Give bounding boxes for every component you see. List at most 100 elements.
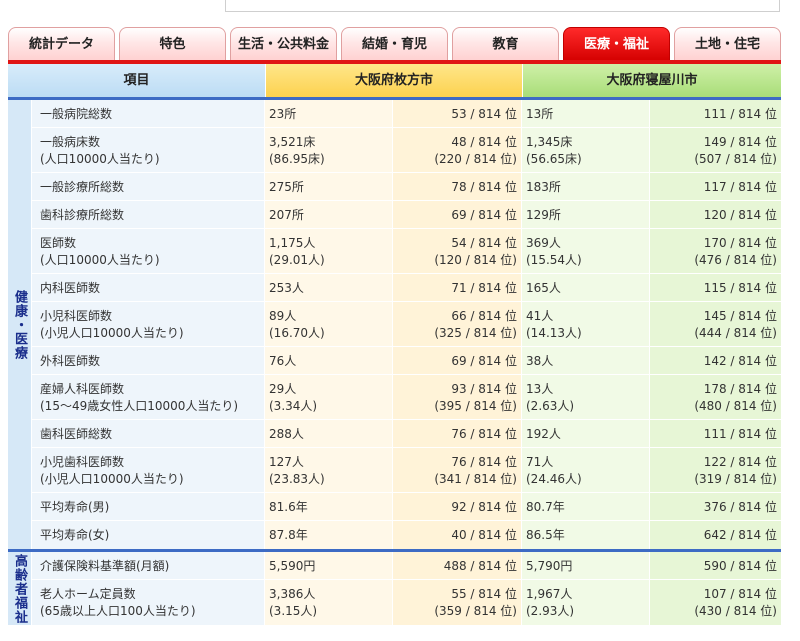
header-city-a: 大阪府枚方市 <box>265 64 522 97</box>
city-b-value: 71人 (24.46人) <box>522 448 650 493</box>
category-tabs: 統計データ 特色 生活・公共料金 結婚・育児 教育 医療・福祉 土地・住宅 <box>8 27 781 61</box>
city-a-value-text: (16.70人) <box>269 325 325 340</box>
header-city-b: 大阪府寝屋川市 <box>522 64 781 97</box>
city-b-value: 369人 (15.54人) <box>522 229 650 274</box>
city-b-rank-text: (480 / 814 位) <box>694 398 777 413</box>
city-b-value-text: 71人 <box>526 454 554 469</box>
city-a-value: 253人 <box>265 274 393 302</box>
tab-6[interactable]: 土地・住宅 <box>674 27 781 61</box>
city-b-rank: 111 / 814 位 <box>650 100 781 128</box>
city-a-rank: 54 / 814 位 (120 / 814 位) <box>393 229 522 274</box>
city-a-rank: 69 / 814 位 <box>393 201 522 229</box>
city-a-rank: 48 / 814 位 (220 / 814 位) <box>393 128 522 173</box>
city-b-rank-text: 117 / 814 位 <box>703 179 777 194</box>
city-a-rank-text: (120 / 814 位) <box>434 252 517 267</box>
table-row: 小児歯科医師数 (小児人口10000人当たり) 127人 (23.83人) 76 / 8… <box>32 448 781 493</box>
city-a-value-text: 87.8年 <box>269 527 308 542</box>
table-row: 平均寿命(女) 87.8年 40 / 814 位 86.5年 642 / 814 位 <box>32 521 781 549</box>
city-b-rank-text: 642 / 814 位 <box>703 527 777 542</box>
city-b-value: 80.7年 <box>522 493 650 521</box>
tab-3[interactable]: 結婚・育児 <box>341 27 448 61</box>
tab-4[interactable]: 教育 <box>452 27 559 61</box>
item-label-text: (小児人口10000人当たり) <box>40 471 184 486</box>
table-row: 老人ホーム定員数 (65歳以上人口100人当たり) 3,386人 (3.15人) 55 … <box>32 580 781 625</box>
city-a-value: 87.8年 <box>265 521 393 549</box>
city-a-value: 1,175人 (29.01人) <box>265 229 393 274</box>
table-row: 歯科診療所総数 207所 69 / 814 位 129所 120 / 814 位 <box>32 201 781 229</box>
table-row: 一般病院総数 23所 53 / 814 位 13所 111 / 814 位 <box>32 100 781 128</box>
city-b-rank-text: 120 / 814 位 <box>703 207 777 222</box>
item-label: 内科医師数 <box>32 274 265 302</box>
city-a-value: 76人 <box>265 347 393 375</box>
city-b-value-text: 165人 <box>526 280 561 295</box>
top-frame <box>225 0 780 12</box>
city-a-value-text: 127人 <box>269 454 304 469</box>
section-label: 高齢者福祉 <box>8 552 32 625</box>
table-row: 介護保険料基準額(月額) 5,590円 488 / 814 位 5,790円 590 /… <box>32 552 781 580</box>
city-a-value-text: 29人 <box>269 381 297 396</box>
city-a-rank-text: 488 / 814 位 <box>443 558 517 573</box>
city-a-value-text: 89人 <box>269 308 297 323</box>
city-a-rank: 53 / 814 位 <box>393 100 522 128</box>
city-a-value: 3,521床 (86.95床) <box>265 128 393 173</box>
city-b-value-text: 13所 <box>526 106 554 121</box>
item-label-text: 老人ホーム定員数 <box>40 586 136 601</box>
city-b-value: 41人 (14.13人) <box>522 302 650 347</box>
city-a-rank: 93 / 814 位 (395 / 814 位) <box>393 375 522 420</box>
item-label: 歯科診療所総数 <box>32 201 265 229</box>
item-label-text: 介護保険料基準額(月額) <box>40 558 170 573</box>
city-a-rank: 92 / 814 位 <box>393 493 522 521</box>
item-label-text: 平均寿命(男) <box>40 499 110 514</box>
city-b-rank: 149 / 814 位 (507 / 814 位) <box>650 128 781 173</box>
city-a-value: 89人 (16.70人) <box>265 302 393 347</box>
city-b-rank-text: 170 / 814 位 <box>703 235 777 250</box>
city-a-rank-text: (359 / 814 位) <box>434 603 517 618</box>
city-a-value-text: (29.01人) <box>269 252 325 267</box>
city-b-rank: 111 / 814 位 <box>650 420 781 448</box>
tab-0[interactable]: 統計データ <box>8 27 115 61</box>
city-a-rank-text: 92 / 814 位 <box>451 499 517 514</box>
city-a-value-text: 5,590円 <box>269 558 316 573</box>
item-label: 小児科医師数 (小児人口10000人当たり) <box>32 302 265 347</box>
city-a-value: 207所 <box>265 201 393 229</box>
city-a-value-text: (23.83人) <box>269 471 325 486</box>
tab-2[interactable]: 生活・公共料金 <box>230 27 337 61</box>
tab-5[interactable]: 医療・福祉 <box>563 27 670 61</box>
city-a-value: 275所 <box>265 173 393 201</box>
city-b-rank: 178 / 814 位 (480 / 814 位) <box>650 375 781 420</box>
city-a-value-text: 253人 <box>269 280 304 295</box>
city-a-rank-text: 40 / 814 位 <box>451 527 517 542</box>
city-a-value-text: 76人 <box>269 353 297 368</box>
city-b-rank: 145 / 814 位 (444 / 814 位) <box>650 302 781 347</box>
city-b-value: 192人 <box>522 420 650 448</box>
city-b-value-text: 129所 <box>526 207 561 222</box>
item-label-text: 医師数 <box>40 235 77 250</box>
tab-1[interactable]: 特色 <box>119 27 226 61</box>
item-label-text: 小児科医師数 <box>40 308 113 323</box>
city-b-rank-text: 376 / 814 位 <box>703 499 777 514</box>
city-b-value-text: 13人 <box>526 381 554 396</box>
item-label-text: (15〜49歳女性人口10000人当たり) <box>40 398 239 413</box>
city-a-value: 288人 <box>265 420 393 448</box>
city-b-value: 1,967人 (2.93人) <box>522 580 650 625</box>
city-a-rank: 78 / 814 位 <box>393 173 522 201</box>
city-b-value: 1,345床 (56.65床) <box>522 128 650 173</box>
city-b-value-text: 1,345床 <box>526 134 573 149</box>
city-a-rank-text: 93 / 814 位 <box>451 381 517 396</box>
city-a-rank: 488 / 814 位 <box>393 552 522 580</box>
item-label: 平均寿命(女) <box>32 521 265 549</box>
city-b-value: 129所 <box>522 201 650 229</box>
city-b-value: 5,790円 <box>522 552 650 580</box>
city-a-value: 5,590円 <box>265 552 393 580</box>
city-a-value-text: (86.95床) <box>269 151 325 166</box>
city-b-rank-text: 149 / 814 位 <box>703 134 777 149</box>
city-b-rank-text: 115 / 814 位 <box>703 280 777 295</box>
header-item: 項目 <box>8 64 265 97</box>
city-b-value-text: 369人 <box>526 235 561 250</box>
city-b-rank-text: (444 / 814 位) <box>694 325 777 340</box>
city-b-value-text: (2.93人) <box>526 603 575 618</box>
table-row: 外科医師数 76人 69 / 814 位 38人 142 / 814 位 <box>32 347 781 375</box>
city-b-rank: 642 / 814 位 <box>650 521 781 549</box>
city-b-rank: 117 / 814 位 <box>650 173 781 201</box>
city-a-value: 127人 (23.83人) <box>265 448 393 493</box>
